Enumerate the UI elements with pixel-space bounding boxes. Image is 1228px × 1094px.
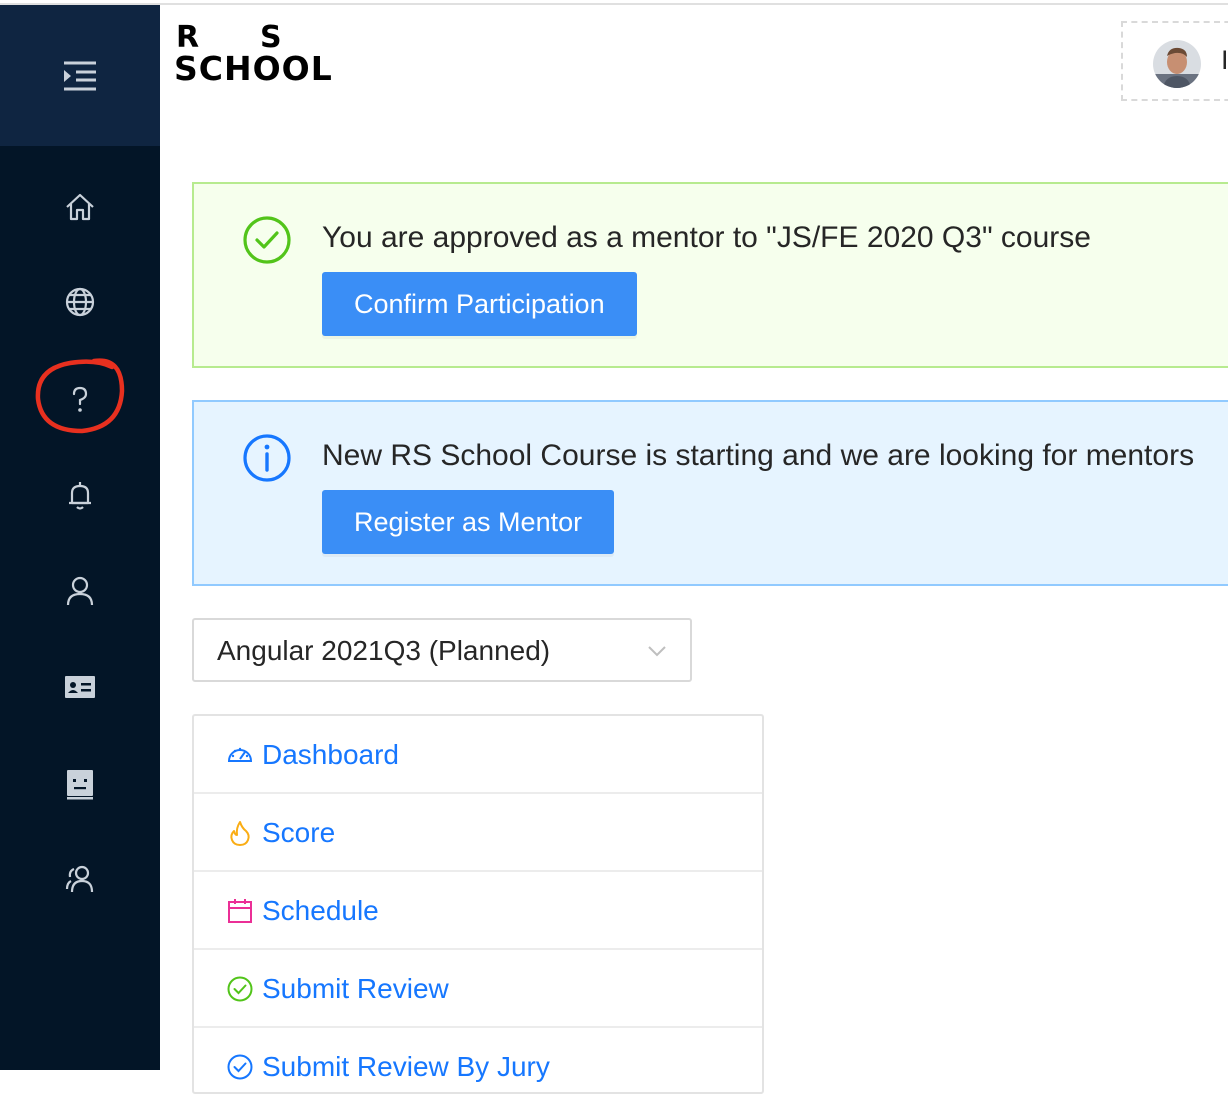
course-select[interactable]: Angular 2021Q3 (Planned) [192, 618, 692, 682]
check-circle-icon [227, 976, 253, 1002]
register-as-mentor-button[interactable]: Register as Mentor [322, 490, 615, 554]
menu-item-score[interactable]: Score [194, 794, 762, 872]
mentor-recruitment-alert: New RS School Course is starting and we … [192, 400, 1228, 586]
question-icon [72, 386, 88, 412]
menu-item-submit-review-by-jury[interactable]: Submit Review By Jury [194, 1028, 762, 1092]
check-circle-icon [243, 216, 291, 264]
calendar-icon [228, 899, 252, 923]
info-circle-icon [243, 434, 291, 482]
mentor-approved-alert: You are approved as a mentor to "JS/FE 2… [192, 182, 1228, 368]
menu-item-submit-review[interactable]: Submit Review [194, 950, 762, 1028]
sidebar-item-help[interactable] [58, 377, 102, 421]
alert-message: You are approved as a mentor to "JS/FE 2… [322, 221, 1091, 254]
sidebar-item-cv[interactable] [58, 665, 102, 709]
dashboard-icon [227, 747, 253, 762]
course-menu: Dashboard Score Schedule Submit Review S… [192, 714, 764, 1094]
alert-message: New RS School Course is starting and we … [322, 439, 1195, 472]
user-menu[interactable]: I [1121, 21, 1228, 101]
chevron-down-icon [648, 646, 666, 657]
globe-icon [65, 287, 95, 317]
fire-icon [230, 821, 250, 846]
robot-icon [67, 770, 93, 800]
menu-item-dashboard[interactable]: Dashboard [194, 716, 762, 794]
team-icon [65, 865, 94, 893]
sidebar-item-home[interactable] [58, 185, 102, 229]
menu-item-label: Score [262, 817, 336, 848]
id-card-icon [65, 676, 95, 698]
sidebar-item-globe[interactable] [58, 280, 102, 324]
user-name: I [1221, 45, 1228, 75]
rs-school-logo: R S SCHOOL [176, 22, 333, 84]
sidebar-item-notifications[interactable] [58, 473, 102, 517]
sidebar-item-interviews[interactable] [58, 762, 102, 806]
menu-item-schedule[interactable]: Schedule [194, 872, 762, 950]
sidebar-toggle[interactable] [0, 5, 160, 146]
menu-item-label: Schedule [262, 895, 379, 926]
confirm-participation-button[interactable]: Confirm Participation [322, 272, 637, 336]
avatar [1153, 40, 1201, 88]
home-icon [66, 193, 94, 221]
menu-item-label: Submit Review By Jury [262, 1051, 550, 1082]
menu-item-label: Submit Review [262, 973, 449, 1004]
window-top-edge [0, 0, 1228, 5]
sidebar [0, 5, 160, 1070]
sidebar-item-mentors[interactable] [58, 857, 102, 901]
user-icon [66, 576, 94, 606]
menu-item-label: Dashboard [262, 739, 399, 770]
sidebar-item-profile[interactable] [58, 569, 102, 613]
bell-icon [69, 482, 91, 510]
logo-word-school: SCHOOL [176, 49, 333, 84]
menu-unfold-icon [64, 61, 96, 90]
check-circle-icon [227, 1054, 253, 1080]
course-select-value: Angular 2021Q3 (Planned) [217, 635, 551, 666]
